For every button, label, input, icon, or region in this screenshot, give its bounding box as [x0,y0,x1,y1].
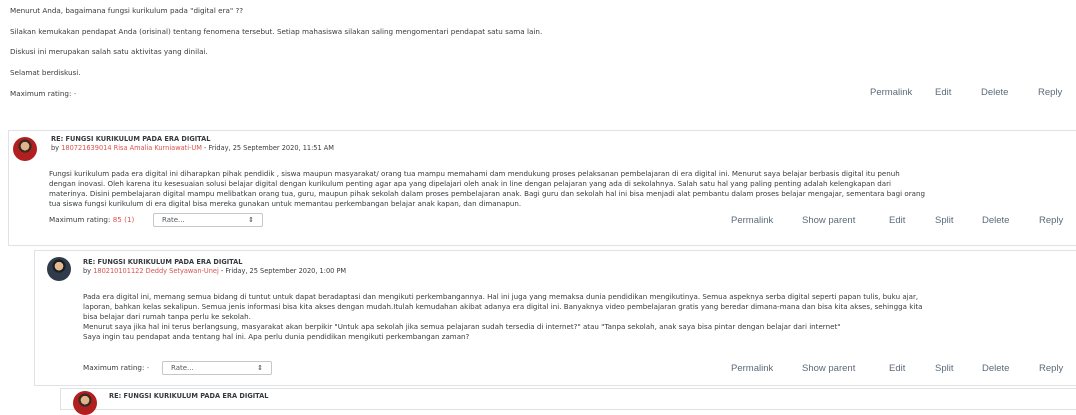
rating: Maximum rating: - [83,363,149,372]
post-body-line: Menurut saya jika hal ini terus berlangs… [83,322,841,331]
rate-select[interactable]: Rate... ⇕ [153,213,263,227]
post-body-line: Fungsi kurikulum pada era digital ini di… [49,169,900,178]
permalink-link[interactable]: Permalink [731,363,773,374]
rating: Maximum rating: 85 (1) [49,215,134,224]
rating-value: - [146,363,150,372]
show-parent-link[interactable]: Show parent [802,215,855,226]
author-link[interactable]: 180210101122 Deddy Setyawan-Unej [93,267,219,275]
post-title: RE: FUNGSI KURIKULUM PADA ERA DIGITAL [83,258,243,266]
by-prefix: by [51,144,62,152]
split-link[interactable]: Split [935,363,953,374]
edit-link[interactable]: Edit [889,215,905,226]
post-body-line: Pada era digital ini, memang semua bidan… [83,292,919,301]
delete-link[interactable]: Delete [982,363,1009,374]
forum-post-1: RE: FUNGSI KURIKULUM PADA ERA DIGITAL by… [8,130,1076,246]
split-link[interactable]: Split [935,215,953,226]
post-body-line: Saya ingin tau pendapat anda tentang hal… [83,332,470,341]
avatar[interactable] [47,257,71,281]
reply-link[interactable]: Reply [1038,87,1062,98]
post-body-line: dengan inovasi. Oleh karena itu kesesuai… [49,179,891,188]
reply-link[interactable]: Reply [1039,215,1063,226]
author-link[interactable]: 180721639014 Risa Amalia Kurniawati-UM [61,144,202,152]
avatar[interactable] [73,391,97,415]
post-title: RE: FUNGSI KURIKULUM PADA ERA DIGITAL [51,135,211,143]
forum-post-2: RE: FUNGSI KURIKULUM PADA ERA DIGITAL by… [34,250,1076,386]
reply-link[interactable]: Reply [1039,363,1063,374]
permalink-link[interactable]: Permalink [731,215,773,226]
delete-link[interactable]: Delete [981,87,1008,98]
post-byline: by 180721639014 Risa Amalia Kurniawati-U… [51,144,334,152]
rating-label: Maximum rating: [49,215,113,224]
forum-post-3: RE: FUNGSI KURIKULUM PADA ERA DIGITAL [60,388,1076,415]
permalink-link[interactable]: Permalink [870,87,912,98]
post-date: - Friday, 25 September 2020, 1:00 PM [218,267,347,275]
chevron-up-down-icon: ⇕ [257,364,263,372]
intro-line-4: Selamat berdiskusi. [10,68,81,77]
show-parent-link[interactable]: Show parent [802,363,855,374]
rate-select-value: Rate... [171,364,194,372]
intro-actions: Permalink Edit Delete Reply [0,87,1076,103]
post-date: - Friday, 25 September 2020, 11:51 AM [201,144,334,152]
chevron-up-down-icon: ⇕ [248,216,254,224]
post-body-line: tua siswa fungsi kurikulum di era digita… [49,199,522,208]
post-byline: by 180210101122 Deddy Setyawan-Unej - Fr… [83,267,346,275]
intro-line-2: Silakan kemukakan pendapat Anda (orisina… [10,27,543,36]
rating-label: Maximum rating: [83,363,147,372]
rating-value[interactable]: 85 (1) [113,215,135,224]
post-body-line: laporan, bahkan kelas sekalipun. Semua j… [83,302,923,311]
avatar[interactable] [13,137,37,161]
rate-select[interactable]: Rate... ⇕ [162,361,272,375]
edit-link[interactable]: Edit [935,87,951,98]
post-body-line: bisa belajar dari rumah tanpa perlu ke s… [83,312,251,321]
rate-select-value: Rate... [162,216,185,224]
post-body-line: materinya. Disini pembelajaran digital m… [49,189,925,198]
intro-line-3: Diskusi ini merupakan salah satu aktivit… [10,47,208,56]
delete-link[interactable]: Delete [982,215,1009,226]
by-prefix: by [83,267,94,275]
edit-link[interactable]: Edit [889,363,905,374]
intro-line-1: Menurut Anda, bagaimana fungsi kurikulum… [10,6,244,15]
